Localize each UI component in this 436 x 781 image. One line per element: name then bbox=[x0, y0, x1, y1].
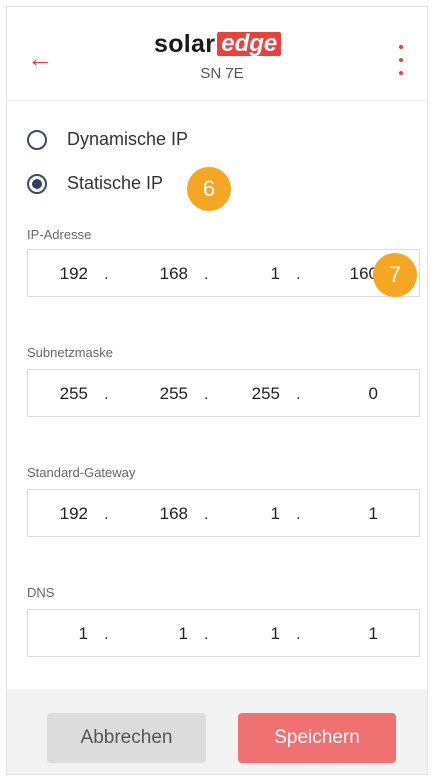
ip-address-label: IP-Adresse bbox=[27, 227, 92, 242]
more-vertical-icon[interactable] bbox=[393, 45, 409, 75]
radio-button[interactable] bbox=[27, 129, 47, 150]
octet-2[interactable]: 168 bbox=[128, 504, 188, 524]
gateway-label: Standard-Gateway bbox=[27, 465, 136, 480]
app-screen: ← solar edge SN 7E Dynamische IP Statisc… bbox=[6, 6, 428, 775]
gateway-input[interactable]: 192 . 168 . 1 . 1 bbox=[27, 489, 420, 537]
step-badge-7: 7 bbox=[373, 253, 417, 297]
octet-3[interactable]: 1 bbox=[220, 624, 280, 644]
step-badge-6: 6 bbox=[187, 167, 231, 211]
solaredge-logo: solar edge bbox=[154, 29, 282, 59]
octet-1[interactable]: 192 bbox=[28, 264, 88, 284]
octet-1[interactable]: 1 bbox=[28, 624, 88, 644]
subnet-mask-input[interactable]: 255 . 255 . 255 . 0 bbox=[27, 369, 420, 417]
ip-address-input[interactable]: 192 . 168 . 1 . 160 bbox=[27, 249, 420, 297]
octet-4[interactable]: 160 bbox=[318, 264, 378, 284]
octet-2[interactable]: 255 bbox=[128, 384, 188, 404]
radio-dynamic-ip[interactable]: Dynamische IP bbox=[27, 129, 188, 150]
save-button[interactable]: Speichern bbox=[238, 713, 396, 763]
network-settings-form: Dynamische IP Statische IP 6 IP-Adresse … bbox=[7, 101, 427, 689]
octet-1[interactable]: 192 bbox=[28, 504, 88, 524]
octet-3[interactable]: 1 bbox=[220, 504, 280, 524]
radio-static-ip[interactable]: Statische IP bbox=[27, 173, 163, 194]
serial-number: SN 7E bbox=[200, 65, 244, 82]
octet-2[interactable]: 168 bbox=[128, 264, 188, 284]
octet-2[interactable]: 1 bbox=[128, 624, 188, 644]
dns-input[interactable]: 1 . 1 . 1 . 1 bbox=[27, 609, 420, 657]
octet-3[interactable]: 255 bbox=[220, 384, 280, 404]
subnet-mask-label: Subnetzmaske bbox=[27, 345, 113, 360]
octet-4[interactable]: 1 bbox=[318, 504, 378, 524]
cancel-button[interactable]: Abbrechen bbox=[47, 713, 206, 763]
octet-3[interactable]: 1 bbox=[220, 264, 280, 284]
octet-4[interactable]: 1 bbox=[318, 624, 378, 644]
radio-label: Statische IP bbox=[67, 173, 164, 193]
app-header: ← solar edge SN 7E bbox=[7, 7, 427, 101]
action-footer: Abbrechen Speichern bbox=[7, 689, 427, 774]
radio-label: Dynamische IP bbox=[67, 129, 189, 149]
radio-button-selected[interactable] bbox=[27, 173, 47, 194]
octet-4[interactable]: 0 bbox=[318, 384, 378, 404]
dns-label: DNS bbox=[27, 585, 55, 600]
octet-1[interactable]: 255 bbox=[28, 384, 88, 404]
